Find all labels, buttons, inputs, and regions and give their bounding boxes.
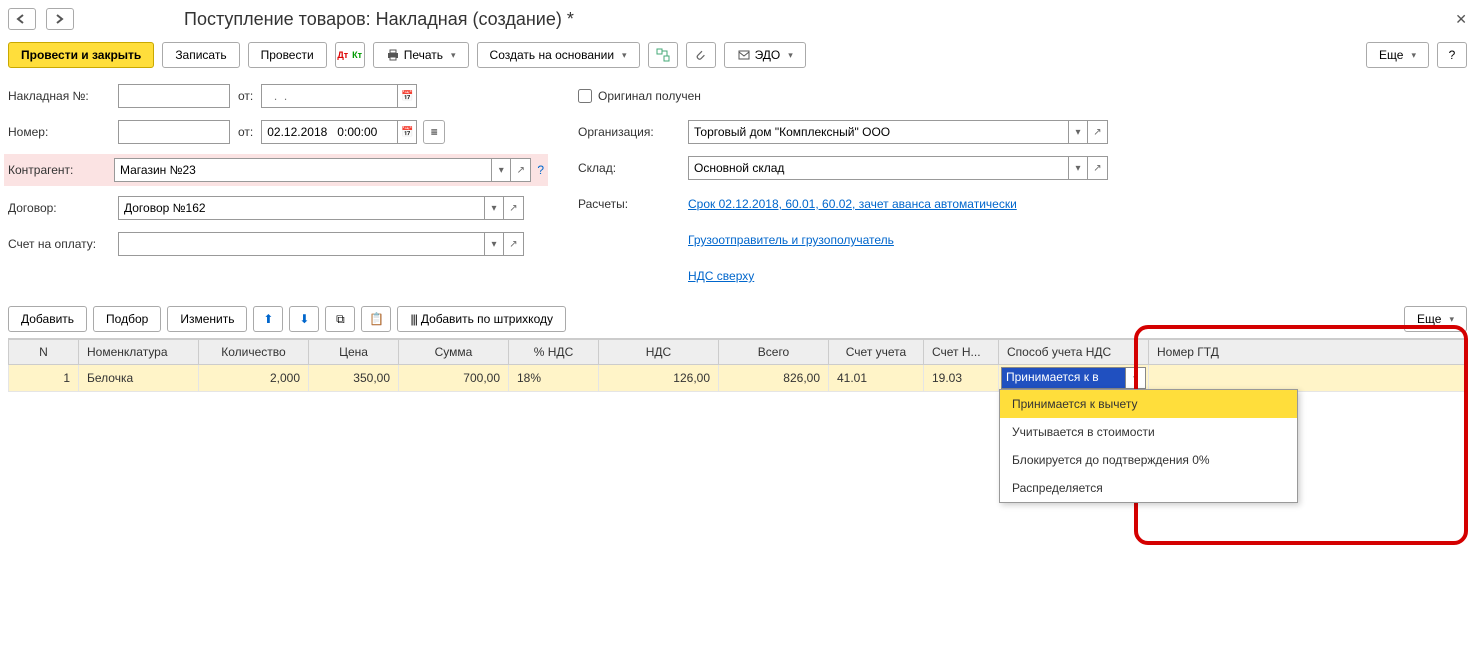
- org-input[interactable]: [688, 120, 1068, 144]
- open-icon[interactable]: ↗: [504, 196, 524, 220]
- col-acctn[interactable]: Счет Н...: [924, 340, 999, 365]
- table-more-button[interactable]: Еще: [1404, 306, 1467, 332]
- contractor-label: Контрагент:: [4, 163, 114, 177]
- number-input[interactable]: [118, 120, 230, 144]
- close-icon[interactable]: ✕: [1455, 11, 1467, 28]
- from-label-2: от:: [238, 125, 253, 139]
- edit-button[interactable]: Изменить: [167, 306, 247, 332]
- open-icon[interactable]: ↗: [504, 232, 524, 256]
- from-label-1: от:: [238, 89, 253, 103]
- open-icon[interactable]: ↗: [1088, 120, 1108, 144]
- contract-input[interactable]: [118, 196, 484, 220]
- warehouse-input[interactable]: [688, 156, 1068, 180]
- cell-vatpct[interactable]: 18%: [509, 365, 599, 392]
- print-button[interactable]: Печать: [373, 42, 469, 68]
- col-gtd[interactable]: Номер ГТД: [1149, 340, 1467, 365]
- cell-price[interactable]: 350,00: [309, 365, 399, 392]
- create-based-button[interactable]: Создать на основании: [477, 42, 640, 68]
- cell-qty[interactable]: 2,000: [199, 365, 309, 392]
- original-checkbox[interactable]: [578, 89, 592, 103]
- move-up-icon[interactable]: ⬆: [253, 306, 283, 332]
- dropdown-icon[interactable]: ▾: [491, 158, 511, 182]
- dropdown-icon[interactable]: ▾: [484, 196, 504, 220]
- col-item[interactable]: Номенклатура: [79, 340, 199, 365]
- cell-sum[interactable]: 700,00: [399, 365, 509, 392]
- dropdown-icon[interactable]: ▾: [1068, 120, 1088, 144]
- dropdown-item[interactable]: Блокируется до подтверждения 0%: [1000, 446, 1297, 474]
- contractor-help[interactable]: ?: [537, 163, 544, 177]
- cell-n[interactable]: 1: [9, 365, 79, 392]
- col-qty[interactable]: Количество: [199, 340, 309, 365]
- open-icon[interactable]: ↗: [511, 158, 531, 182]
- chevron-down-icon[interactable]: ▾: [1126, 367, 1146, 389]
- cell-vat[interactable]: 126,00: [599, 365, 719, 392]
- original-label: Оригинал получен: [598, 89, 701, 103]
- paste-icon[interactable]: 📋: [361, 306, 391, 332]
- cell-total[interactable]: 826,00: [719, 365, 829, 392]
- shipper-link[interactable]: Грузоотправитель и грузополучатель: [688, 233, 894, 247]
- cell-item[interactable]: Белочка: [79, 365, 199, 392]
- vatmode-selected[interactable]: Принимается к в: [1001, 367, 1126, 389]
- invoice-no-input[interactable]: [118, 84, 230, 108]
- account-input[interactable]: [118, 232, 484, 256]
- add-row-button[interactable]: Добавить: [8, 306, 87, 332]
- copy-icon[interactable]: ⧉: [325, 306, 355, 332]
- col-sum[interactable]: Сумма: [399, 340, 509, 365]
- cell-gtd[interactable]: [1149, 365, 1467, 392]
- date-extra-icon[interactable]: ≡: [423, 120, 445, 144]
- invoice-date-input[interactable]: [261, 84, 397, 108]
- post-close-button[interactable]: Провести и закрыть: [8, 42, 154, 68]
- edo-button[interactable]: ЭДО: [724, 42, 806, 68]
- open-icon[interactable]: ↗: [1088, 156, 1108, 180]
- col-vat[interactable]: НДС: [599, 340, 719, 365]
- page-title: Поступление товаров: Накладная (создание…: [184, 9, 574, 30]
- doc-date-input[interactable]: [261, 120, 397, 144]
- org-label: Организация:: [578, 125, 688, 139]
- dropdown-icon[interactable]: ▾: [484, 232, 504, 256]
- cell-acct[interactable]: 41.01: [829, 365, 924, 392]
- vatmode-dropdown: Принимается к вычету Учитывается в стоим…: [999, 389, 1298, 503]
- number-label: Номер:: [8, 125, 118, 139]
- col-price[interactable]: Цена: [309, 340, 399, 365]
- vat-link[interactable]: НДС сверху: [688, 269, 754, 283]
- calc-link[interactable]: Срок 02.12.2018, 60.01, 60.02, зачет ава…: [688, 197, 1017, 211]
- attach-icon[interactable]: [686, 42, 716, 68]
- contract-label: Договор:: [8, 201, 118, 215]
- col-total[interactable]: Всего: [719, 340, 829, 365]
- post-button[interactable]: Провести: [248, 42, 327, 68]
- more-button[interactable]: Еще: [1366, 42, 1429, 68]
- warehouse-label: Склад:: [578, 161, 688, 175]
- col-vatmode[interactable]: Способ учета НДС: [999, 340, 1149, 365]
- help-button[interactable]: ?: [1437, 42, 1467, 68]
- col-acct[interactable]: Счет учета: [829, 340, 924, 365]
- col-vatpct[interactable]: % НДС: [509, 340, 599, 365]
- dtkt-icon[interactable]: ДтКт: [335, 42, 365, 68]
- invoice-no-label: Накладная №:: [8, 89, 118, 103]
- col-n[interactable]: N: [9, 340, 79, 365]
- dropdown-item[interactable]: Учитывается в стоимости: [1000, 418, 1297, 446]
- calc-label: Расчеты:: [578, 197, 688, 211]
- dropdown-icon[interactable]: ▾: [1068, 156, 1088, 180]
- cell-vatmode[interactable]: Принимается к в ▾ Принимается к вычету У…: [999, 365, 1149, 392]
- cell-acctn[interactable]: 19.03: [924, 365, 999, 392]
- nav-back-button[interactable]: [8, 8, 36, 30]
- calendar-icon-2[interactable]: 📅: [397, 120, 417, 144]
- calendar-icon[interactable]: 📅: [397, 84, 417, 108]
- dropdown-item[interactable]: Принимается к вычету: [1000, 390, 1297, 418]
- items-table: N Номенклатура Количество Цена Сумма % Н…: [8, 339, 1467, 392]
- dropdown-item[interactable]: Распределяется: [1000, 474, 1297, 502]
- nav-forward-button[interactable]: [46, 8, 74, 30]
- barcode-button[interactable]: ||| Добавить по штрихкоду: [397, 306, 566, 332]
- move-down-icon[interactable]: ⬇: [289, 306, 319, 332]
- related-icon[interactable]: [648, 42, 678, 68]
- select-button[interactable]: Подбор: [93, 306, 161, 332]
- save-button[interactable]: Записать: [162, 42, 239, 68]
- account-label: Счет на оплату:: [8, 237, 118, 251]
- table-row[interactable]: 1 Белочка 2,000 350,00 700,00 18% 126,00…: [9, 365, 1467, 392]
- contractor-input[interactable]: [114, 158, 491, 182]
